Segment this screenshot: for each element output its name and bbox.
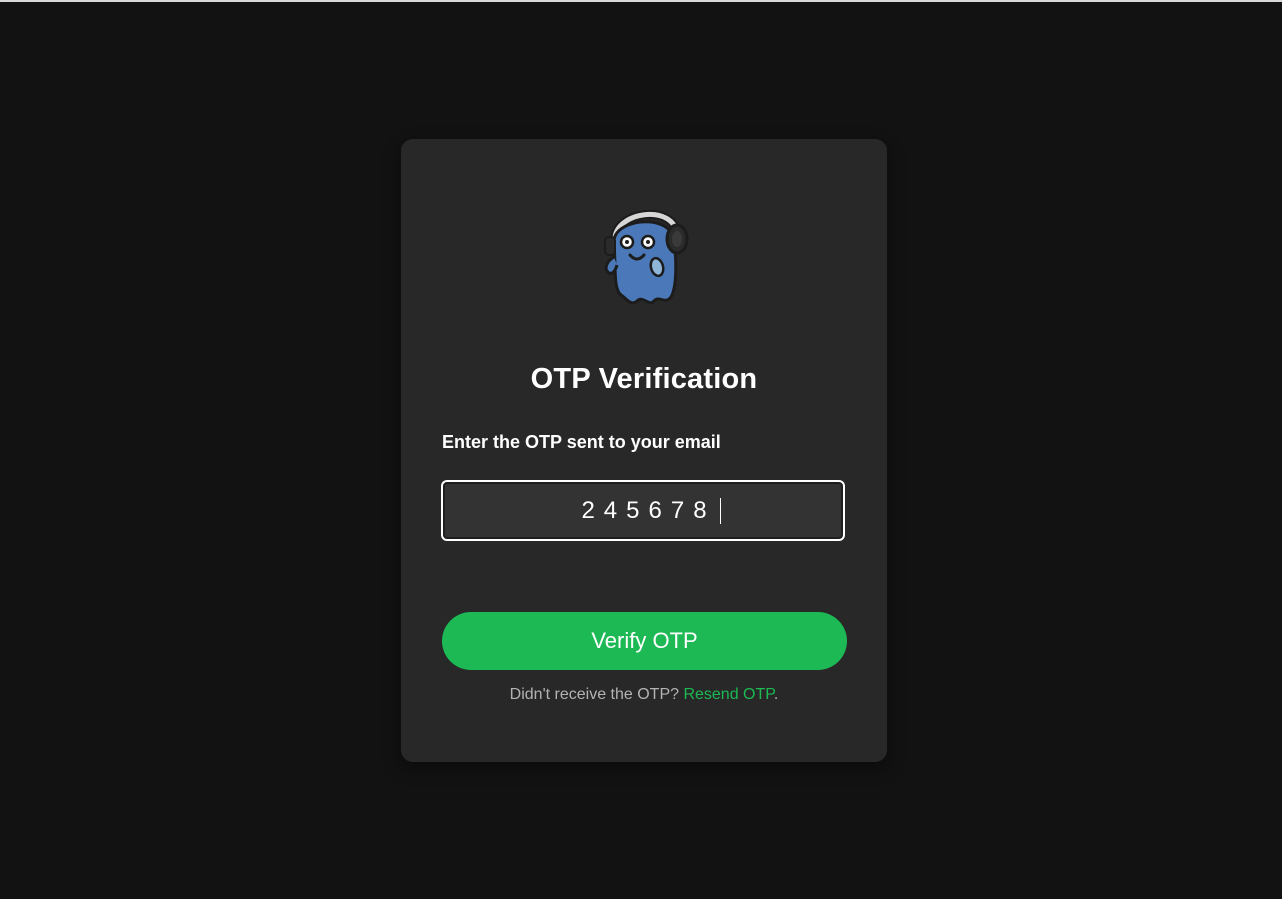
resend-prompt-suffix: .: [773, 686, 779, 703]
text-caret: [719, 497, 721, 524]
otp-input-value: 245678: [581, 496, 716, 524]
otp-input[interactable]: 245678: [441, 480, 845, 541]
otp-card: OTP Verification Enter the OTP sent to y…: [401, 139, 887, 762]
resend-otp-link[interactable]: Resend OTP: [683, 686, 773, 703]
page-title: OTP Verification: [530, 363, 758, 395]
verify-otp-button[interactable]: Verify OTP: [442, 612, 847, 670]
resend-prompt-text: Didn't receive the OTP?: [509, 686, 684, 703]
resend-prompt: Didn't receive the OTP? Resend OTP.: [401, 686, 887, 704]
ghost-mascot-icon: [604, 210, 689, 305]
browser-top-border: [0, 0, 1282, 2]
otp-field-label: Enter the OTP sent to your email: [442, 432, 721, 452]
